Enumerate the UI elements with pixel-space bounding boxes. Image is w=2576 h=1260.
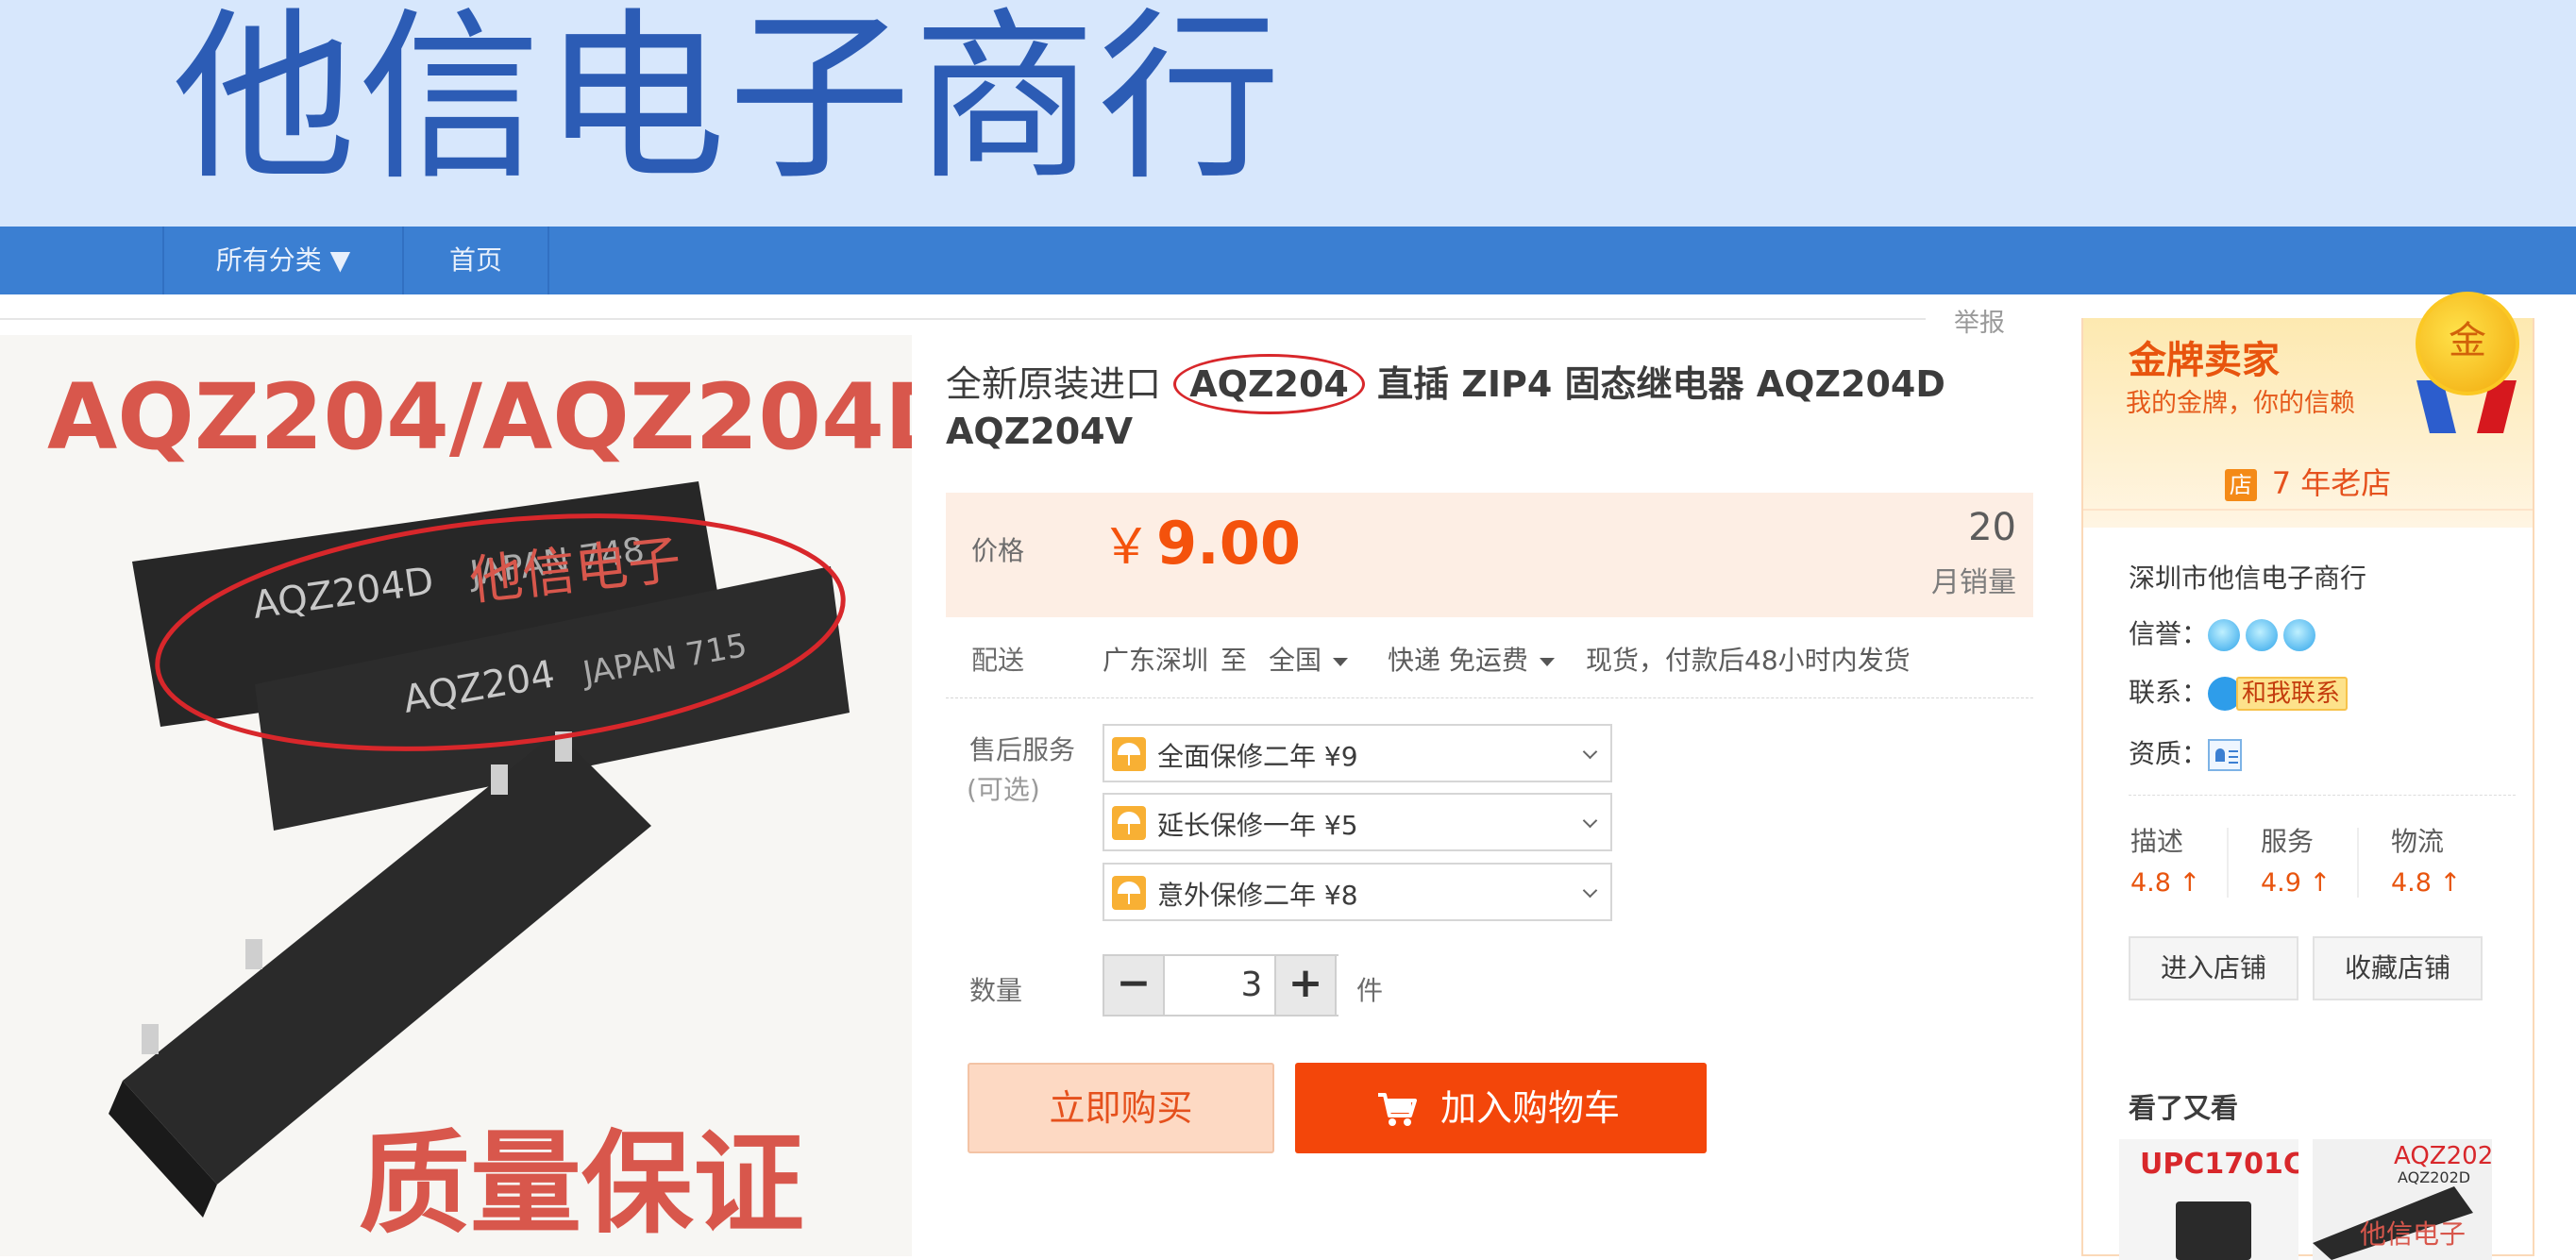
title-prefix: 全新原装进口: [946, 363, 1162, 405]
store-icon: 店: [2224, 469, 2257, 501]
service-option-1[interactable]: 全面保修二年 ¥9: [1103, 724, 1612, 782]
also-viewed-thumbnail: UPC1701C: [2119, 1139, 2298, 1260]
shipping-label: 配送: [971, 645, 1025, 676]
qualification-label: 资质：: [2129, 738, 2209, 769]
ship-to: 全国: [1269, 645, 1322, 676]
shipping-row: 配送 广东深圳 至 全国 快递 免运费 现货，付款后48小时内发货: [946, 636, 2033, 698]
divider: [2129, 795, 2516, 796]
score-value: 4.8 ↑: [2391, 868, 2462, 898]
umbrella-icon: [1112, 806, 1146, 840]
credit-label: 信誉：: [2129, 618, 2209, 649]
thumb-sublabel: AQZ202D: [2398, 1168, 2470, 1186]
enter-store-button[interactable]: 进入店铺: [2129, 936, 2298, 1000]
add-to-cart-button[interactable]: 加入购物车: [1295, 1063, 1707, 1153]
thumb-watermark: 他信电子: [2360, 1218, 2466, 1250]
score-value: 4.8 ↑: [2130, 868, 2201, 898]
divider: [2227, 828, 2229, 898]
score-label: 物流: [2391, 826, 2445, 857]
nav-home[interactable]: 首页: [404, 227, 547, 294]
seller-name[interactable]: 深圳市他信电子商行: [2129, 558, 2366, 596]
shop-banner: 他信电子商行: [0, 0, 2576, 227]
service-option-label: 全面保修二年 ¥9: [1157, 741, 1358, 772]
currency-symbol: ￥: [1102, 519, 1152, 576]
score-label: 描述: [2130, 826, 2184, 857]
product-title: 全新原装进口 AQZ204 直插 ZIP4 固态继电器 AQZ204D AQZ2…: [946, 354, 2041, 455]
top-nav: 所有分类 ▼ 首页: [0, 227, 2576, 294]
shop-banner-title: 他信电子商行: [173, 0, 1283, 205]
product-main-image[interactable]: AQZ204/AQZ204D AQZ204D JAPAN 748 AQZ204 …: [0, 335, 912, 1256]
cart-icon: [1378, 1093, 1417, 1126]
thumb-label: UPC1701C: [2140, 1148, 2298, 1181]
quantity-label: 数量: [969, 975, 1023, 1006]
image-bottom-text: 质量保证: [359, 1117, 804, 1249]
chevron-down-icon: [1582, 813, 1598, 829]
ship-note: 现货，付款后48小时内发货: [1586, 645, 1911, 676]
quantity-increase-button[interactable]: +: [1274, 954, 1337, 1016]
monthly-sales-count: 20: [1968, 506, 2016, 549]
service-option-2[interactable]: 延长保修一年 ¥5: [1103, 793, 1612, 851]
also-viewed-item[interactable]: AQZ202 AQZ202D 他信电子: [2313, 1139, 2492, 1260]
crown-icon: [2208, 619, 2241, 651]
ship-method-select[interactable]: 快递 免运费: [1388, 640, 1555, 678]
score-service: 服务 4.9 ↑: [2261, 821, 2331, 898]
dropdown-triangle-icon: [1539, 657, 1555, 666]
qualification-row: 资质：: [2129, 733, 2243, 771]
image-top-text: AQZ204/AQZ204D: [47, 364, 912, 470]
buy-now-button[interactable]: 立即购买: [968, 1063, 1274, 1153]
umbrella-icon: [1112, 876, 1146, 910]
also-viewed-item[interactable]: UPC1701C: [2119, 1139, 2298, 1260]
store-age: 店 7 年老店: [2083, 456, 2533, 511]
title-highlight: AQZ204: [1173, 354, 1365, 414]
gold-seller-subtitle: 我的金牌，你的信赖: [2126, 389, 2355, 418]
favorite-store-button[interactable]: 收藏店铺: [2313, 936, 2483, 1000]
score-value: 4.9 ↑: [2261, 868, 2332, 898]
umbrella-icon: [1112, 737, 1146, 771]
price-label: 价格: [971, 535, 1025, 566]
chevron-down-icon: [1582, 882, 1598, 899]
crown-icon: [2246, 619, 2279, 651]
qualification-icon[interactable]: [2208, 739, 2243, 771]
contact-row: 联系： 和我联系: [2129, 672, 2349, 711]
ship-to-select[interactable]: 全国: [1269, 640, 1349, 678]
gold-seller-title: 金牌卖家: [2129, 339, 2280, 382]
price-value: ￥9.00: [1102, 507, 1301, 578]
service-option-3[interactable]: 意外保修二年 ¥8: [1103, 863, 1612, 921]
also-viewed-thumbnail: AQZ202 AQZ202D 他信电子: [2313, 1139, 2492, 1260]
service-label: 售后服务: [969, 734, 1076, 765]
price-panel: 价格 ￥9.00 20 月销量: [946, 493, 2033, 617]
quantity-decrease-button[interactable]: −: [1103, 954, 1165, 1016]
nav-divider: [547, 227, 549, 294]
add-to-cart-label: 加入购物车: [1440, 1087, 1621, 1129]
ship-method: 快递 免运费: [1388, 645, 1528, 676]
store-years: 7 年老店: [2271, 465, 2392, 501]
crown-icon: [2283, 619, 2316, 651]
quantity-unit: 件: [1356, 975, 1384, 1006]
medal-icon: 金: [2416, 292, 2519, 395]
credit-row: 信誉：: [2129, 613, 2321, 651]
score-label: 服务: [2261, 826, 2315, 857]
monthly-sales-label: 月销量: [1931, 566, 2016, 599]
divider: [2357, 828, 2359, 898]
ship-from: 广东深圳: [1103, 645, 1209, 676]
service-option-label: 意外保修二年 ¥8: [1157, 880, 1358, 911]
report-link[interactable]: 举报: [1935, 302, 2024, 339]
thumb-label: AQZ202: [2394, 1142, 2492, 1170]
contact-label: 联系：: [2129, 677, 2209, 708]
contact-button-label: 和我联系: [2236, 677, 2349, 711]
contact-seller-button[interactable]: 和我联系: [2208, 677, 2349, 711]
score-logistics: 物流 4.8 ↑: [2391, 821, 2461, 898]
also-viewed-title: 看了又看: [2129, 1092, 2239, 1124]
seller-panel: 金牌卖家 我的金牌，你的信赖 金 店 7 年老店 深圳市他信电子商行 信誉： 联系…: [2081, 292, 2534, 1260]
service-option-label: 延长保修一年 ¥5: [1157, 810, 1358, 841]
dropdown-triangle-icon: [1333, 657, 1349, 666]
chevron-down-icon: [1582, 744, 1598, 760]
ship-to-word: 至: [1221, 645, 1248, 676]
gold-seller-badge: 金牌卖家 我的金牌，你的信赖 金 店 7 年老店: [2083, 292, 2533, 528]
service-optional: (可选): [967, 774, 1040, 805]
divider: [0, 318, 1926, 320]
price-amount: 9.00: [1156, 509, 1301, 578]
score-description: 描述 4.8 ↑: [2130, 821, 2200, 898]
nav-all-categories[interactable]: 所有分类 ▼: [164, 227, 402, 294]
product-photo: AQZ204/AQZ204D AQZ204D JAPAN 748 AQZ204 …: [0, 335, 912, 1256]
